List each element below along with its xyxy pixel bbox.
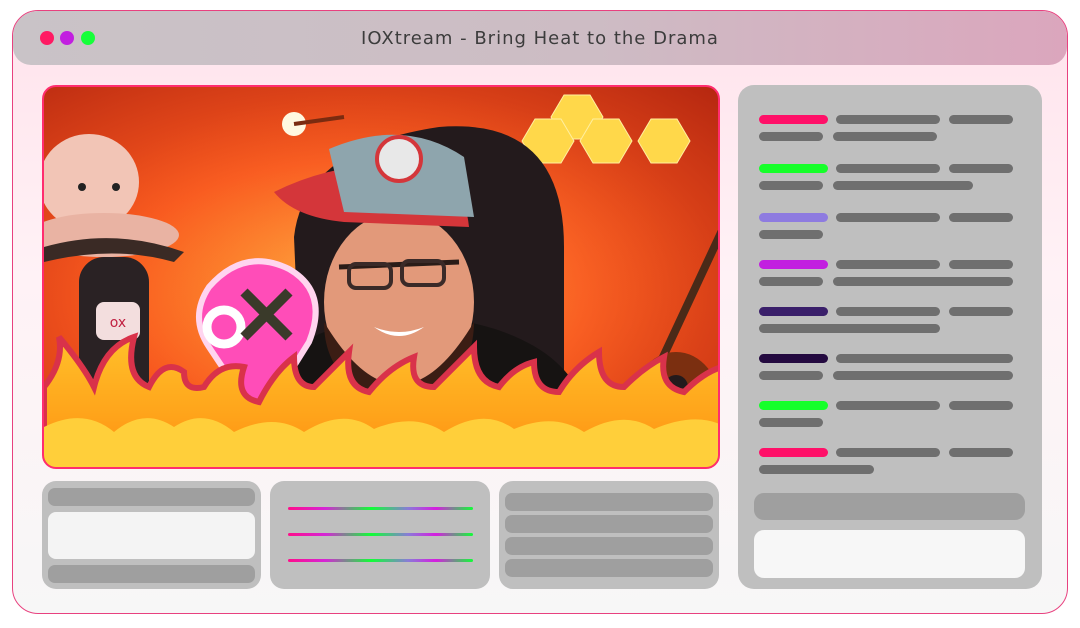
chat-text-line bbox=[836, 307, 940, 316]
window-title: IOXtream - Bring Heat to the Drama bbox=[361, 28, 719, 49]
panel-text-area[interactable] bbox=[48, 512, 255, 559]
chat-toolbar[interactable] bbox=[754, 493, 1025, 520]
chat-username[interactable] bbox=[759, 115, 828, 124]
chat-input[interactable] bbox=[754, 530, 1025, 578]
chat-text-line bbox=[836, 213, 940, 222]
chat-text-line bbox=[949, 448, 1013, 457]
chat-username[interactable] bbox=[759, 307, 828, 316]
chat-text-line bbox=[949, 213, 1013, 222]
chat-panel bbox=[738, 85, 1042, 589]
options-panel bbox=[499, 481, 719, 589]
chat-username[interactable] bbox=[759, 354, 828, 363]
stream-video-frame: ox bbox=[44, 87, 718, 467]
panel-footer-bar bbox=[48, 565, 255, 583]
chat-username[interactable] bbox=[759, 164, 828, 173]
chat-text-line bbox=[949, 401, 1013, 410]
info-panel bbox=[42, 481, 261, 589]
option-row-4[interactable] bbox=[505, 559, 713, 577]
chat-text-line bbox=[836, 164, 940, 173]
chat-text-line bbox=[759, 465, 874, 474]
level-meter-2 bbox=[288, 533, 473, 536]
chat-text-line bbox=[833, 132, 937, 141]
chat-text-line bbox=[759, 371, 823, 380]
option-row-3[interactable] bbox=[505, 537, 713, 555]
stream-video-player[interactable]: ox bbox=[42, 85, 720, 469]
chat-text-line bbox=[836, 354, 1013, 363]
chat-text-line bbox=[759, 132, 823, 141]
chat-text-line bbox=[949, 260, 1013, 269]
chat-text-line bbox=[949, 307, 1013, 316]
panel-header-bar bbox=[48, 488, 255, 506]
chat-text-line bbox=[833, 371, 1013, 380]
option-row-2[interactable] bbox=[505, 515, 713, 533]
chat-text-line bbox=[836, 448, 940, 457]
chat-username[interactable] bbox=[759, 213, 828, 222]
chat-username[interactable] bbox=[759, 401, 828, 410]
chat-text-line bbox=[759, 277, 823, 286]
app-window: IOXtream - Bring Heat to the Drama ox bbox=[12, 10, 1068, 614]
chat-username[interactable] bbox=[759, 260, 828, 269]
chat-text-line bbox=[833, 277, 1013, 286]
option-row-1[interactable] bbox=[505, 493, 713, 511]
chat-text-line bbox=[759, 324, 940, 333]
chat-text-line bbox=[836, 401, 940, 410]
chat-text-line bbox=[759, 230, 823, 239]
chat-text-line bbox=[836, 115, 940, 124]
level-meter-3 bbox=[288, 559, 473, 562]
chat-text-line bbox=[759, 181, 823, 190]
level-meter-1 bbox=[288, 507, 473, 510]
audio-level-panel bbox=[270, 481, 490, 589]
chat-text-line bbox=[949, 115, 1013, 124]
chat-username[interactable] bbox=[759, 448, 828, 457]
chat-text-line bbox=[949, 164, 1013, 173]
chat-text-line bbox=[833, 181, 973, 190]
svg-text:ox: ox bbox=[110, 315, 126, 331]
title-bar: IOXtream - Bring Heat to the Drama bbox=[13, 11, 1067, 65]
chat-text-line bbox=[836, 260, 940, 269]
chat-text-line bbox=[759, 418, 823, 427]
